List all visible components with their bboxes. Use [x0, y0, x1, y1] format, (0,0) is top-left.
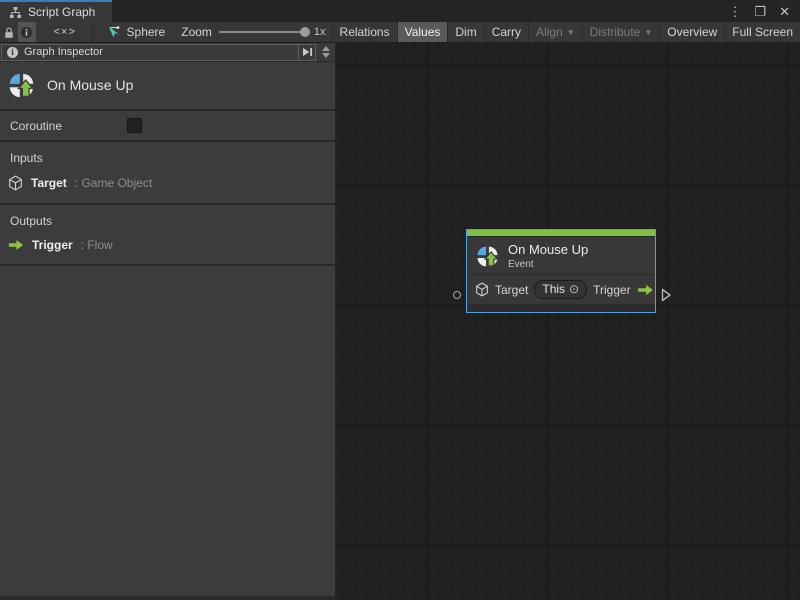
node-header[interactable]: On Mouse Up Event — [467, 237, 655, 274]
object-socket-icon: ⊙ — [569, 283, 579, 295]
graph-inspector-panel: i Graph Inspector On — [0, 43, 336, 600]
zoom-slider[interactable] — [219, 31, 307, 33]
inspector-title: Graph Inspector — [24, 46, 103, 58]
mouse-up-icon — [476, 245, 499, 268]
lock-button[interactable] — [0, 22, 18, 42]
close-icon[interactable]: ✕ — [779, 5, 790, 18]
target-value: This — [542, 282, 565, 296]
mouse-up-icon — [8, 72, 35, 99]
distribute-dropdown[interactable]: Distribute ▼ — [582, 22, 660, 42]
node-header-text: On Mouse Up Event — [508, 242, 588, 270]
maximize-icon[interactable]: ❐ — [754, 5, 766, 18]
node-port-row: Target This ⊙ Trigger — [467, 274, 655, 304]
code-preview-button[interactable]: <×> — [54, 22, 76, 42]
node-subtitle: Event — [508, 259, 588, 270]
edited-object[interactable]: Sphere — [93, 22, 176, 42]
script-graph-icon — [9, 6, 22, 19]
inputs-section: Inputs Target : Game Object — [0, 142, 335, 205]
game-object-cube-icon — [475, 282, 489, 297]
output-name: Trigger — [32, 238, 73, 252]
zoom-value: 1x — [314, 26, 326, 38]
graph-canvas[interactable]: On Mouse Up Event Target This ⊙ Trigger — [336, 43, 800, 600]
chevron-down-icon: ▼ — [567, 28, 575, 37]
info-icon — [20, 26, 33, 39]
event-header-section: On Mouse Up — [0, 62, 335, 111]
outputs-section: Outputs Trigger : Flow — [0, 205, 335, 266]
chevron-down-icon: ▼ — [644, 28, 652, 37]
relations-button[interactable]: Relations — [332, 22, 397, 42]
panel-width-scrubber[interactable] — [318, 46, 333, 58]
graph-pointer-icon — [107, 25, 121, 39]
event-accent-bar — [467, 230, 655, 237]
zoom-control: Zoom 1x — [175, 22, 331, 42]
node-footer — [467, 304, 655, 312]
event-title: On Mouse Up — [47, 77, 133, 93]
zoom-label: Zoom — [181, 25, 212, 39]
toolbar-right-group: Relations Values Dim Carry Align ▼ Distr… — [332, 22, 800, 42]
info-icon: i — [7, 47, 18, 58]
graph-toolbar: <×> Sphere Zoom 1x Relations Values Dim — [0, 22, 800, 43]
tab-script-graph[interactable]: Script Graph — [0, 0, 112, 22]
dock-panel-button[interactable] — [299, 44, 316, 61]
full-screen-button[interactable]: Full Screen — [724, 22, 800, 42]
inputs-heading: Inputs — [0, 151, 335, 165]
input-port-row: Target : Game Object — [0, 175, 335, 191]
menu-icon[interactable]: ⋮ — [728, 5, 741, 18]
outputs-heading: Outputs — [0, 214, 335, 228]
inspector-toggle-button[interactable] — [18, 22, 36, 42]
tab-label: Script Graph — [28, 5, 95, 19]
input-name: Target — [31, 176, 67, 190]
inspector-header-dropdown[interactable]: i Graph Inspector — [1, 44, 299, 61]
coroutine-label: Coroutine — [10, 119, 127, 133]
dock-icon — [302, 47, 313, 57]
output-port[interactable] — [661, 288, 672, 302]
dim-button[interactable]: Dim — [447, 22, 483, 42]
target-value-button[interactable]: This ⊙ — [534, 280, 587, 299]
coroutine-row: Coroutine — [0, 111, 335, 142]
flow-arrow-icon — [637, 284, 654, 296]
tab-bar: Script Graph ⋮ ❐ ✕ — [0, 0, 800, 22]
code-icon: <×> — [54, 26, 76, 38]
flow-arrow-icon — [8, 239, 24, 251]
coroutine-checkbox[interactable] — [127, 118, 142, 133]
carry-button[interactable]: Carry — [484, 22, 528, 42]
lock-icon — [3, 26, 15, 39]
scrub-down-icon[interactable] — [322, 53, 330, 58]
overview-button[interactable]: Overview — [659, 22, 724, 42]
node-output-label: Trigger — [593, 283, 631, 297]
edited-object-label: Sphere — [127, 25, 166, 39]
output-port-row: Trigger : Flow — [0, 238, 335, 252]
window-controls: ⋮ ❐ ✕ — [728, 0, 800, 22]
game-object-cube-icon — [8, 175, 23, 191]
values-button[interactable]: Values — [397, 22, 448, 42]
inspector-header: i Graph Inspector — [0, 43, 335, 62]
input-port[interactable] — [453, 291, 461, 299]
node-input-label: Target — [495, 283, 528, 297]
align-dropdown[interactable]: Align ▼ — [528, 22, 582, 42]
zoom-slider-knob[interactable] — [300, 27, 310, 37]
output-type: : Flow — [81, 238, 113, 252]
scrub-up-icon[interactable] — [322, 46, 330, 51]
node-title: On Mouse Up — [508, 242, 588, 257]
input-type: : Game Object — [75, 176, 152, 190]
on-mouse-up-node[interactable]: On Mouse Up Event Target This ⊙ Trigger — [466, 229, 656, 313]
